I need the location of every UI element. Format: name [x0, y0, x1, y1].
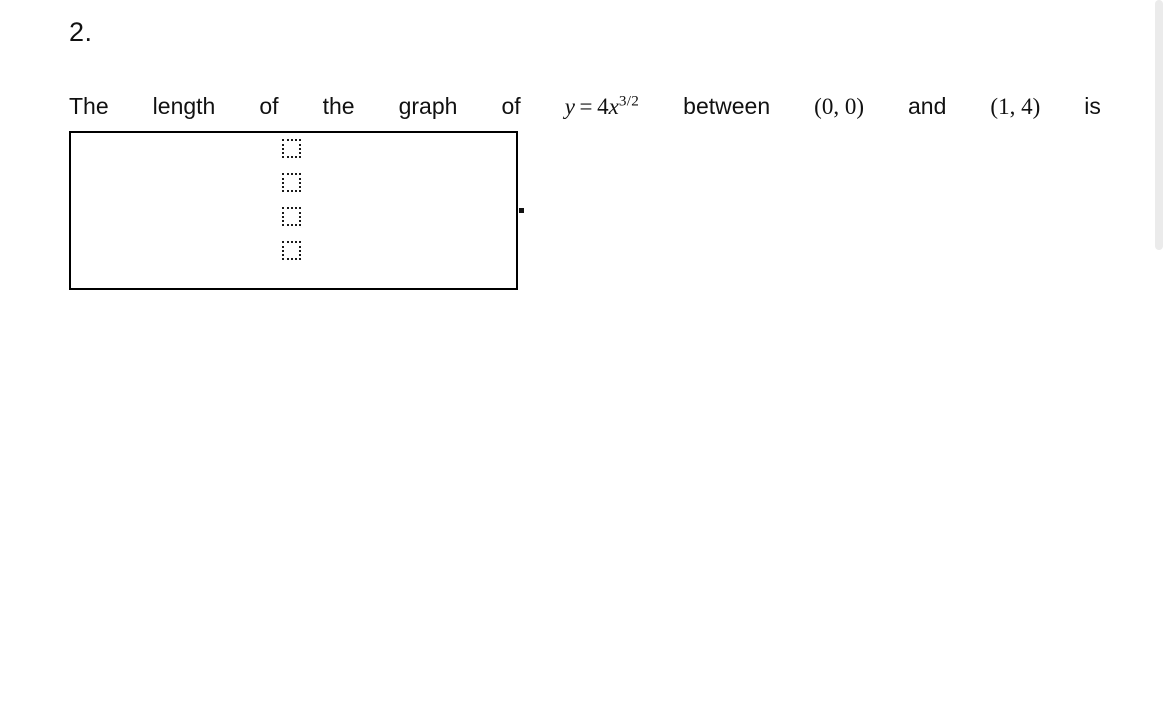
question-word-and: and [908, 93, 947, 119]
math-point-end: (1, 4) [990, 94, 1041, 119]
question-word-between: between [683, 93, 771, 119]
trailing-period-mark [519, 208, 524, 213]
math-coefficient: 4 [597, 94, 609, 119]
math-equals-sign: = [579, 94, 593, 119]
question-word-of-1: of [259, 93, 279, 119]
math-function-variable: y [564, 94, 575, 119]
question-word-is: is [1084, 93, 1101, 119]
answer-placeholder-slot[interactable] [282, 241, 301, 260]
question-word-graph: graph [398, 93, 458, 119]
math-base-variable: x [608, 94, 619, 119]
answer-placeholder-stack [282, 139, 302, 260]
vertical-scrollbar-track[interactable] [1155, 0, 1170, 703]
question-word-the-2: the [322, 93, 355, 119]
question-word-the: The [69, 93, 109, 119]
answer-placeholder-slot[interactable] [282, 173, 301, 192]
math-point-start: (0, 0) [814, 94, 864, 119]
answer-placeholder-slot[interactable] [282, 139, 301, 158]
question-word-of-2: of [501, 93, 521, 119]
problem-number: 2. [69, 17, 93, 47]
question-text: The length of the graph of y = 4x3/2 bet… [69, 92, 1101, 126]
answer-placeholder-slot[interactable] [282, 207, 301, 226]
math-equation: y = 4x3/2 [565, 93, 639, 121]
math-exponent: 3/2 [618, 92, 640, 110]
vertical-scrollbar-thumb[interactable] [1155, 0, 1163, 250]
worksheet-page: 2. The length of the graph of y = 4x3/2 … [0, 0, 1170, 703]
question-word-length: length [152, 93, 216, 119]
